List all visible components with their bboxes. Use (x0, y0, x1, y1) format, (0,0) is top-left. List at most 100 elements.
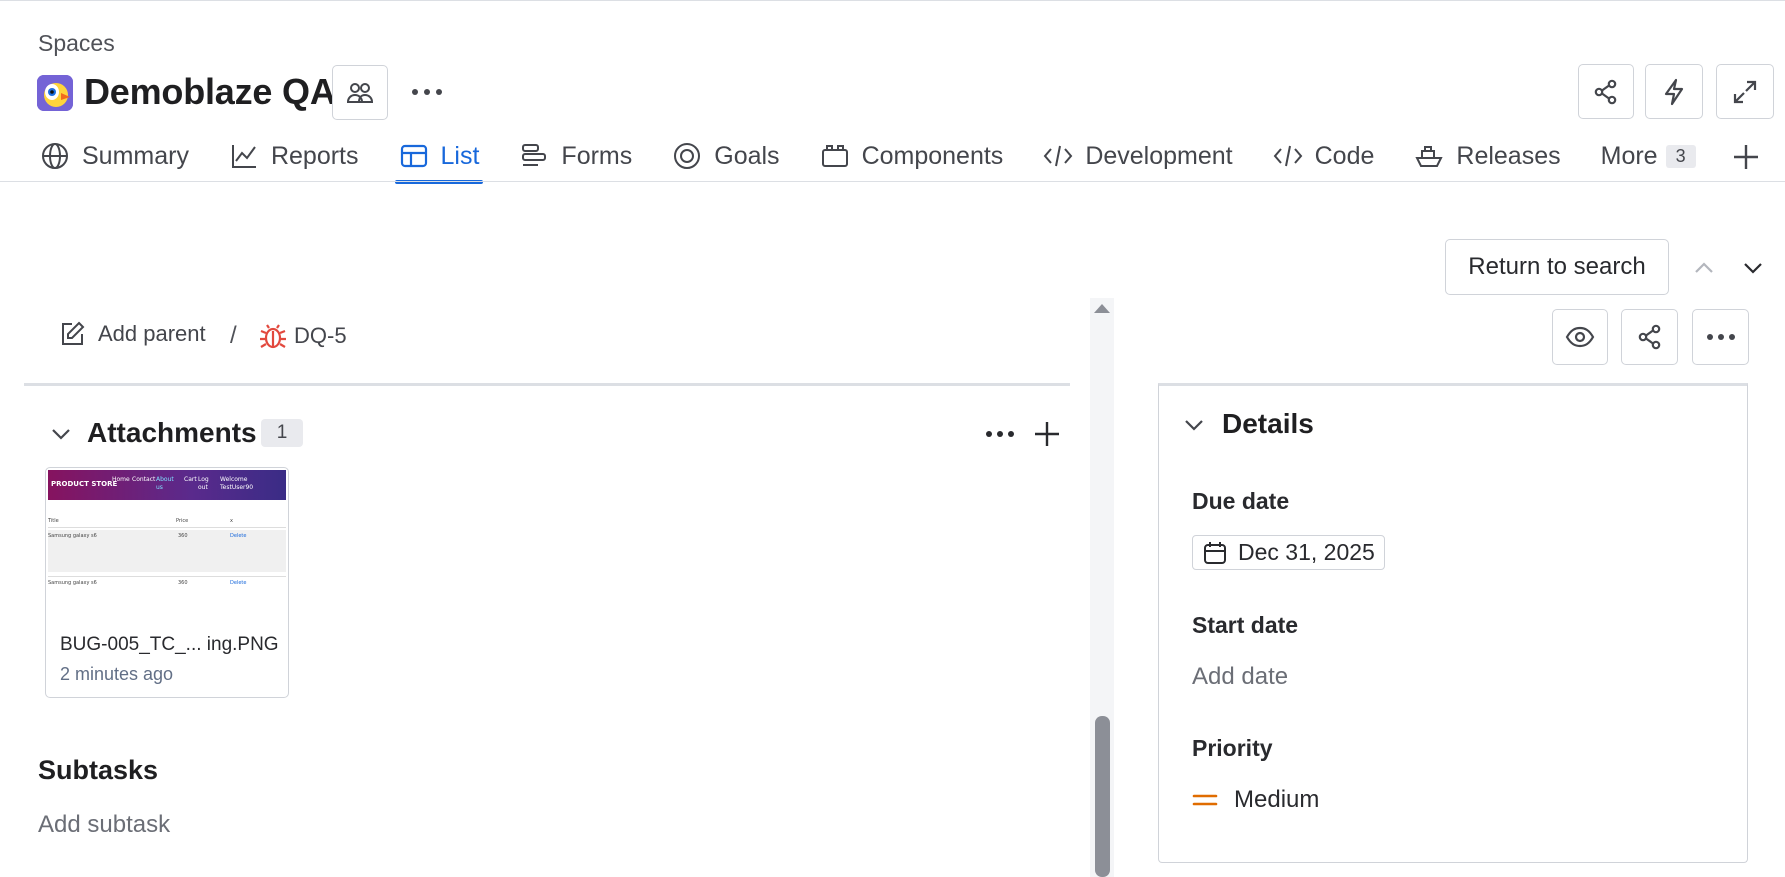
automation-button[interactable] (1645, 64, 1703, 119)
ship-icon (1414, 141, 1444, 171)
code-brackets-icon (1043, 141, 1073, 171)
attachments-collapse-button[interactable] (48, 421, 74, 447)
priority-value: Medium (1234, 786, 1320, 813)
attachments-more-button[interactable] (980, 419, 1020, 449)
breadcrumb[interactable]: Spaces (38, 30, 115, 57)
tab-label: Development (1085, 141, 1233, 170)
component-icon (820, 141, 850, 171)
tab-label: Releases (1456, 141, 1561, 170)
previous-issue-button[interactable] (1686, 252, 1722, 284)
tab-label: Summary (82, 141, 189, 170)
subtasks-title: Subtasks (38, 755, 159, 785)
header-share-button[interactable] (1578, 64, 1634, 119)
tab-label: List (440, 141, 480, 170)
attachments-title: Attachments (87, 417, 257, 448)
thumbnail-nav-item: Welcome TestUser90 (220, 476, 254, 491)
tabs-divider (0, 181, 1785, 182)
fullscreen-button[interactable] (1716, 64, 1774, 119)
expand-icon (1732, 79, 1758, 105)
page-title: Demoblaze QA (84, 71, 336, 112)
add-parent-label: Add parent (98, 321, 206, 346)
target-icon (672, 141, 702, 171)
thumbnail-nav-item: Cart (184, 476, 197, 483)
bug-icon (258, 322, 288, 350)
thumbnail-nav-item: Home (112, 476, 130, 483)
tab-goals[interactable]: Goals (672, 136, 780, 176)
thumbnail-nav-item: About us (156, 476, 174, 491)
chevron-down-icon (1184, 419, 1204, 431)
tab-label: Forms (561, 141, 633, 170)
priority-label: Priority (1192, 735, 1273, 761)
issue-more-button[interactable] (1692, 309, 1749, 365)
more-horizontal-icon (985, 430, 1015, 438)
start-date-field[interactable]: Add date (1192, 663, 1288, 691)
priority-medium-icon (1192, 791, 1218, 809)
tab-summary[interactable]: Summary (40, 136, 189, 176)
project-avatar-icon (37, 75, 73, 111)
chevron-up-icon (1693, 261, 1715, 275)
thumbnail-navbar: PRODUCT STORE Home Contact About us Cart… (48, 470, 286, 500)
edit-icon (58, 320, 86, 348)
team-button[interactable] (332, 65, 388, 120)
due-date-label: Due date (1192, 488, 1290, 514)
add-tab-button[interactable] (1728, 139, 1764, 175)
watch-button[interactable] (1552, 309, 1608, 365)
lightning-icon (1662, 78, 1686, 106)
tab-components[interactable]: Components (820, 136, 1003, 176)
details-collapse-button[interactable] (1180, 411, 1208, 439)
tab-label: More (1600, 141, 1658, 170)
thumbnail-table-row: Samsung galaxy s6 360 Delete (48, 530, 286, 572)
return-to-search-button[interactable]: Return to search (1445, 239, 1669, 295)
tab-more[interactable]: More 3 (1601, 136, 1696, 176)
tab-code[interactable]: Code (1273, 136, 1375, 176)
tab-releases[interactable]: Releases (1414, 136, 1561, 176)
plus-icon (1033, 420, 1061, 448)
title-more-button[interactable] (406, 70, 448, 114)
due-date-field[interactable]: Dec 31, 2025 (1192, 535, 1385, 570)
add-attachment-button[interactable] (1030, 417, 1064, 451)
table-icon (399, 141, 429, 171)
attachment-card[interactable]: PRODUCT STORE Home Contact About us Cart… (45, 467, 289, 698)
people-icon (346, 79, 374, 107)
tab-forms[interactable]: Forms (519, 136, 632, 176)
chart-line-icon (229, 141, 259, 171)
attachments-count-badge: 1 (261, 419, 303, 447)
attachment-timestamp: 2 minutes ago (60, 664, 174, 684)
priority-field[interactable]: Medium (1192, 786, 1319, 814)
more-count-badge: 3 (1665, 144, 1696, 168)
tab-label: Reports (270, 141, 359, 170)
issue-key-link[interactable]: DQ-5 (258, 322, 347, 350)
tab-reports[interactable]: Reports (229, 136, 359, 176)
content-divider (24, 383, 1070, 386)
thumbnail-nav-item: Contact (132, 476, 156, 483)
breadcrumb-separator: / (230, 322, 237, 349)
form-icon (519, 141, 549, 171)
chevron-down-icon (51, 428, 71, 440)
more-horizontal-icon (411, 88, 443, 96)
thumbnail-store-name: PRODUCT STORE (51, 480, 118, 488)
next-issue-button[interactable] (1735, 252, 1771, 284)
eye-icon (1565, 326, 1595, 348)
plus-icon (1732, 143, 1760, 171)
issue-share-button[interactable] (1621, 309, 1678, 365)
thumbnail-table-header: Title Price x (48, 518, 286, 528)
tab-label: Code (1314, 141, 1375, 170)
add-parent-link[interactable]: Add parent (58, 320, 206, 348)
chevron-down-icon (1742, 261, 1764, 275)
tab-list[interactable]: List (394, 136, 484, 184)
scroll-up-arrow[interactable] (1094, 304, 1110, 313)
scrollbar-thumb[interactable] (1095, 716, 1110, 877)
more-horizontal-icon (1706, 333, 1736, 341)
share-icon (1593, 79, 1619, 105)
start-date-label: Start date (1192, 612, 1299, 638)
attachment-filename: BUG-005_TC_... ing.PNG (60, 634, 279, 655)
thumbnail-table-row: Samsung galaxy s6 360 Delete (48, 576, 286, 614)
code-icon (1273, 141, 1303, 171)
due-date-value: Dec 31, 2025 (1238, 539, 1375, 565)
tab-label: Goals (714, 141, 780, 170)
issue-key: DQ-5 (294, 323, 347, 348)
tab-development[interactable]: Development (1043, 136, 1233, 176)
globe-icon (40, 141, 70, 171)
add-subtask-button[interactable]: Add subtask (38, 811, 170, 839)
details-title: Details (1222, 408, 1314, 439)
